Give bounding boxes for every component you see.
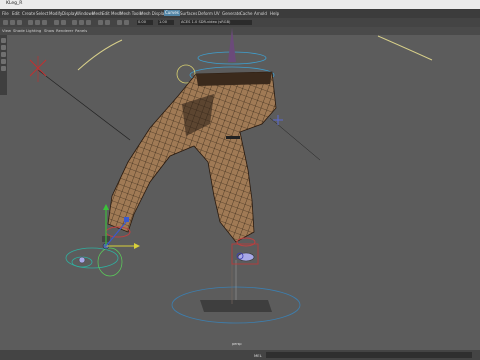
scene-drawing: [29, 28, 433, 324]
left-foot-ctrl[interactable]: [65, 236, 123, 277]
red-locator[interactable]: [29, 56, 47, 82]
ankle-ctrl-right[interactable]: [236, 237, 256, 247]
command-input[interactable]: [266, 352, 472, 358]
command-language-label[interactable]: MEL: [254, 353, 262, 358]
command-line-bar: MEL: [0, 350, 480, 360]
pole-vector-line: [37, 69, 131, 141]
hip-pin[interactable]: [228, 28, 236, 62]
hip-cross-icon[interactable]: [273, 115, 283, 125]
camera-label: persp: [232, 342, 242, 346]
waistband: [196, 72, 272, 86]
yellow-curve-left[interactable]: [77, 39, 123, 71]
ground-plane: [200, 300, 272, 312]
pocket-strap: [226, 136, 240, 139]
pants-mesh[interactable]: [107, 71, 277, 243]
yellow-curve-right[interactable]: [377, 35, 433, 61]
